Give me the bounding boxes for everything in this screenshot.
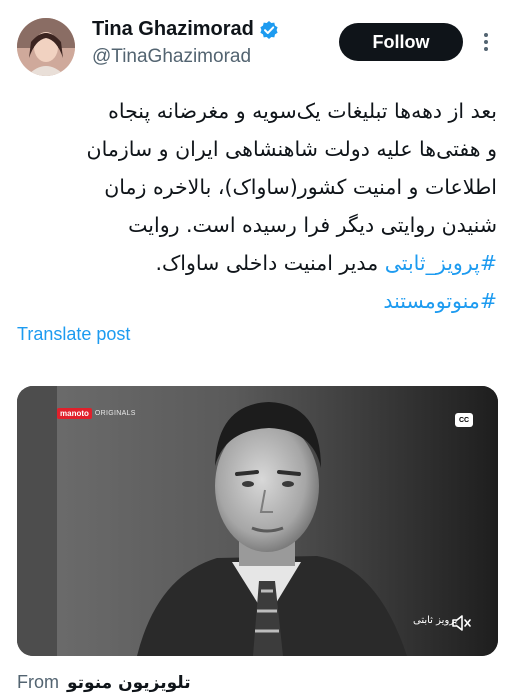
hashtag-link[interactable]: #پرویز_ثابتی xyxy=(385,251,497,275)
post-header: Tina Ghazimorad @TinaGhazimorad Follow xyxy=(0,0,515,90)
verified-badge-icon xyxy=(259,20,279,40)
video-player[interactable]: manoto ORIGINALS CC پرویز ثابتی xyxy=(17,386,498,656)
follow-button[interactable]: Follow xyxy=(339,23,463,61)
brand-subtitle: ORIGINALS xyxy=(94,410,136,417)
hashtag-link[interactable]: #منوتومستند xyxy=(383,289,497,313)
translate-post-link[interactable]: Translate post xyxy=(17,324,130,345)
post-text-line: اطلاعات و امنیت کشور(ساواک)، بالاخره زما… xyxy=(104,175,497,199)
channel-logo: manoto ORIGINALS xyxy=(57,408,136,419)
post-text-fragment: مدیر امنیت داخلی ساواک. xyxy=(155,251,385,275)
post-text-line: #منوتومستند xyxy=(17,282,497,320)
source-label: From xyxy=(17,672,59,692)
post-text-line: #پرویز_ثابتی مدیر امنیت داخلی ساواک. xyxy=(17,244,497,282)
source-account-link[interactable]: تلویزیون منوتو xyxy=(67,673,191,693)
post-text-line: شنیدن روایتی دیگر فرا رسیده است. روایت xyxy=(128,213,497,237)
post-text-line: و هفتی‌ها علیه دولت شاهنشاهی ایران و ساز… xyxy=(86,137,497,161)
more-vertical-icon[interactable] xyxy=(478,30,494,54)
mute-icon[interactable] xyxy=(451,615,471,631)
brand-name: manoto xyxy=(57,408,92,419)
user-handle[interactable]: @TinaGhazimorad xyxy=(92,46,251,68)
avatar[interactable] xyxy=(17,18,75,76)
media-source: From تلویزیون منوتو xyxy=(17,672,191,693)
post-text: بعد از دهه‌ها تبلیغات یک‌سویه و مغرضانه … xyxy=(17,92,497,320)
display-name[interactable]: Tina Ghazimorad xyxy=(92,18,254,41)
post-text-line: بعد از دهه‌ها تبلیغات یک‌سویه و مغرضانه … xyxy=(108,99,497,123)
captions-icon[interactable]: CC xyxy=(455,413,473,427)
